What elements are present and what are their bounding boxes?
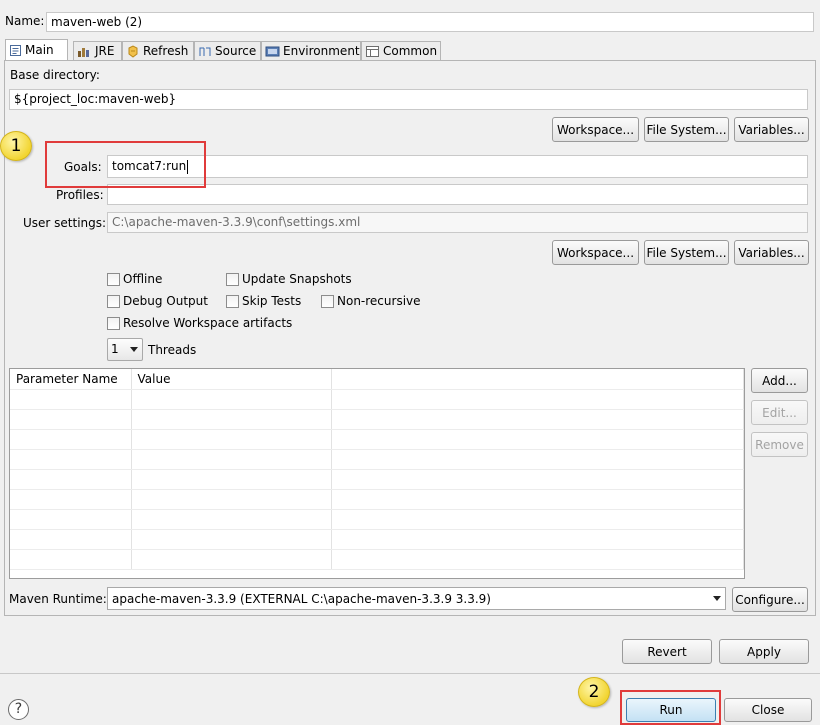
table-row: [10, 529, 744, 550]
settings-workspace-button[interactable]: Workspace...: [552, 240, 639, 265]
tab-jre[interactable]: JRE: [73, 41, 122, 60]
debug-output-label: Debug Output: [123, 294, 208, 308]
maven-runtime-label: Maven Runtime:: [9, 592, 107, 606]
non-recursive-checkbox[interactable]: [321, 295, 334, 308]
callout-2: 2: [578, 677, 610, 707]
tab-refresh[interactable]: Refresh: [122, 41, 194, 60]
main-tab-icon: [10, 44, 21, 56]
skip-tests-checkbox[interactable]: [226, 295, 239, 308]
table-row: [10, 469, 744, 490]
user-settings-input[interactable]: C:\apache-maven-3.3.9\conf\settings.xml: [107, 212, 808, 233]
goals-highlight-box: [45, 141, 206, 188]
edit-parameter-button[interactable]: Edit...: [751, 400, 808, 425]
table-row: [10, 389, 744, 410]
table-row: [10, 489, 744, 510]
close-button[interactable]: Close: [724, 698, 812, 722]
table-row: [10, 509, 744, 530]
add-parameter-button[interactable]: Add...: [751, 368, 808, 393]
debug-output-checkbox[interactable]: [107, 295, 120, 308]
tab-label: Refresh: [143, 44, 189, 58]
parameters-table[interactable]: Parameter Name Value: [9, 368, 745, 579]
tab-source[interactable]: Source: [194, 41, 261, 60]
source-icon: [199, 47, 211, 56]
profiles-label: Profiles:: [56, 188, 104, 202]
apply-button[interactable]: Apply: [719, 639, 809, 664]
resolve-workspace-label: Resolve Workspace artifacts: [123, 316, 293, 330]
base-variables-button[interactable]: Variables...: [734, 117, 809, 142]
tab-common[interactable]: Common: [361, 41, 441, 60]
remove-parameter-button[interactable]: Remove: [751, 432, 808, 457]
name-label: Name:: [5, 14, 45, 28]
callout-1: 1: [0, 131, 32, 161]
environment-icon: [265, 46, 280, 56]
configure-button[interactable]: Configure...: [732, 587, 808, 612]
run-highlight-box: [620, 690, 721, 725]
table-row: [10, 429, 744, 450]
common-icon: [366, 45, 379, 57]
table-row: [10, 549, 744, 570]
chevron-down-icon: [713, 596, 721, 601]
column-header-filler: [331, 369, 744, 390]
settings-file-system-button[interactable]: File System...: [644, 240, 729, 265]
tab-label: Common: [383, 44, 438, 58]
table-row: [10, 449, 744, 470]
refresh-icon: [128, 44, 138, 58]
base-file-system-button[interactable]: File System...: [644, 117, 729, 142]
tab-label: Environment: [283, 44, 360, 58]
threads-label: Threads: [148, 343, 197, 357]
help-icon[interactable]: ?: [8, 699, 29, 720]
tab-environment[interactable]: Environment: [261, 41, 361, 60]
name-input[interactable]: maven-web (2): [46, 12, 814, 32]
table-header: Parameter Name Value: [10, 369, 744, 390]
tab-label: Source: [215, 44, 257, 58]
user-settings-label: User settings:: [23, 216, 107, 230]
update-snapshots-label: Update Snapshots: [242, 272, 352, 286]
profiles-input[interactable]: [107, 184, 808, 205]
offline-label: Offline: [123, 272, 163, 286]
settings-variables-button[interactable]: Variables...: [734, 240, 809, 265]
chevron-down-icon: [130, 347, 138, 352]
update-snapshots-checkbox[interactable]: [226, 273, 239, 286]
table-row: [10, 409, 744, 430]
tab-main[interactable]: Main: [5, 39, 68, 60]
offline-checkbox[interactable]: [107, 273, 120, 286]
threads-select[interactable]: 1: [107, 338, 143, 361]
column-header-value[interactable]: Value: [131, 369, 332, 390]
tab-label: JRE: [95, 44, 115, 58]
maven-runtime-value: apache-maven-3.3.9 (EXTERNAL C:\apache-m…: [112, 592, 491, 606]
revert-button[interactable]: Revert: [622, 639, 712, 664]
skip-tests-label: Skip Tests: [242, 294, 302, 308]
maven-runtime-select[interactable]: apache-maven-3.3.9 (EXTERNAL C:\apache-m…: [107, 587, 726, 610]
footer-divider: [0, 673, 820, 674]
threads-value: 1: [111, 342, 119, 356]
jre-icon: [78, 47, 89, 57]
non-recursive-label: Non-recursive: [337, 294, 421, 308]
base-workspace-button[interactable]: Workspace...: [552, 117, 639, 142]
resolve-workspace-checkbox[interactable]: [107, 317, 120, 330]
column-header-parameter-name[interactable]: Parameter Name: [10, 369, 132, 390]
base-directory-label: Base directory:: [10, 68, 100, 82]
tab-label: Main: [25, 43, 54, 57]
goals-input[interactable]: tomcat7:run: [107, 155, 808, 178]
base-directory-input[interactable]: ${project_loc:maven-web}: [9, 89, 808, 110]
